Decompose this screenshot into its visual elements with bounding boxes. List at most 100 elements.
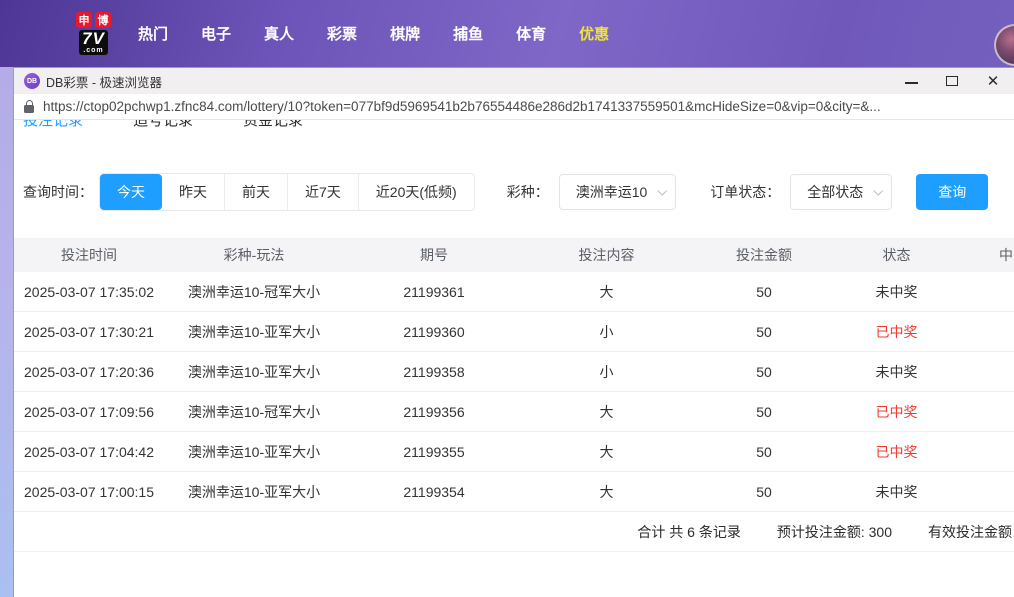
nav-item-chess[interactable]: 棋牌 (390, 23, 420, 44)
col-header-game: 彩种-玩法 (164, 245, 344, 265)
status-cell: 已中奖 (839, 402, 954, 422)
issue-cell: 21199361 (344, 284, 524, 300)
col-header-time: 投注时间 (14, 245, 164, 265)
chevron-down-icon (658, 186, 668, 196)
page-left-strip (0, 67, 13, 597)
content-cell: 大 (524, 442, 689, 462)
window-title: DB彩票 - 极速浏览器 (46, 72, 162, 91)
table-row: 2025-03-07 17:35:02 澳洲幸运10-冠军大小 21199361… (14, 272, 1014, 312)
amount-cell: 50 (689, 444, 839, 460)
logo-suffix: .com (82, 47, 105, 54)
time-cell: 2025-03-07 17:30:21 (14, 324, 164, 340)
tab-bet-records[interactable]: 投注记录 (23, 120, 83, 136)
time-cell: 2025-03-07 17:20:36 (14, 364, 164, 380)
logo-badge-left: 申 (76, 12, 92, 28)
main-nav: 热门 电子 真人 彩票 棋牌 捕鱼 体育 优惠 (138, 23, 609, 44)
close-icon: ✕ (987, 74, 1000, 89)
nav-item-lottery[interactable]: 彩票 (327, 23, 357, 44)
game-cell: 澳洲幸运10-亚军大小 (164, 362, 344, 382)
logo-badge-right: 博 (95, 12, 111, 28)
tab-chase-records[interactable]: 追号记录 (133, 120, 193, 136)
issue-cell: 21199360 (344, 324, 524, 340)
table-row: 2025-03-07 17:30:21 澳洲幸运10-亚军大小 21199360… (14, 312, 1014, 352)
col-header-content: 投注内容 (524, 245, 689, 265)
status-cell: 未中奖 (839, 282, 954, 302)
maximize-button[interactable] (945, 75, 959, 87)
time-cell: 2025-03-07 17:04:42 (14, 444, 164, 460)
search-button[interactable]: 查询 (916, 174, 988, 210)
time-filter-group: 今天 昨天 前天 近7天 近20天(低频) (99, 173, 475, 211)
minimize-button[interactable] (904, 75, 918, 87)
tab-fund-records[interactable]: 资金记录 (243, 120, 303, 136)
lottery-filter-label: 彩种： (507, 182, 549, 202)
table-row: 2025-03-07 17:20:36 澳洲幸运10-亚军大小 21199358… (14, 352, 1014, 392)
nav-item-slots[interactable]: 电子 (201, 23, 231, 44)
time-option-yesterday[interactable]: 昨天 (162, 174, 224, 210)
amount-cell: 50 (689, 324, 839, 340)
table-summary: 合计 共 6 条记录 预计投注金额: 300 有效投注金额 (14, 512, 1014, 552)
browser-window: DB DB彩票 - 极速浏览器 ✕ https://ctop02pchwp1.z… (13, 67, 1014, 597)
col-header-amount: 投注金额 (689, 245, 839, 265)
url-bar[interactable]: https://ctop02pchwp1.zfnc84.com/lottery/… (14, 94, 1014, 120)
status-select[interactable]: 全部状态 (790, 174, 892, 210)
time-option-7days[interactable]: 近7天 (287, 174, 358, 210)
col-header-status: 状态 (839, 245, 954, 265)
nav-item-fishing[interactable]: 捕鱼 (453, 23, 483, 44)
browser-titlebar[interactable]: DB DB彩票 - 极速浏览器 ✕ (14, 68, 1014, 94)
time-cell: 2025-03-07 17:09:56 (14, 404, 164, 420)
bet-table: 投注时间 彩种-玩法 期号 投注内容 投注金额 状态 中 2025-03-07 … (14, 238, 1014, 552)
game-cell: 澳洲幸运10-亚军大小 (164, 322, 344, 342)
content-cell: 小 (524, 322, 689, 342)
col-header-win: 中 (954, 245, 1014, 265)
nav-item-sports[interactable]: 体育 (516, 23, 546, 44)
col-header-issue: 期号 (344, 245, 524, 265)
table-row: 2025-03-07 17:00:15 澳洲幸运10-亚军大小 21199354… (14, 472, 1014, 512)
game-cell: 澳洲幸运10-冠军大小 (164, 402, 344, 422)
issue-cell: 21199354 (344, 484, 524, 500)
nav-item-live[interactable]: 真人 (264, 23, 294, 44)
screen: 申 博 7V .com 热门 电子 真人 彩票 棋牌 捕鱼 体育 优惠 DB D… (0, 0, 1014, 597)
maximize-icon (946, 76, 958, 86)
status-filter-label: 订单状态： (710, 182, 780, 202)
time-filter-label: 查询时间： (23, 182, 93, 202)
site-logo[interactable]: 申 博 7V .com (76, 12, 111, 55)
issue-cell: 21199355 (344, 444, 524, 460)
table-header-row: 投注时间 彩种-玩法 期号 投注内容 投注金额 状态 中 (14, 238, 1014, 272)
amount-cell: 50 (689, 484, 839, 500)
nav-item-hot[interactable]: 热门 (138, 23, 168, 44)
logo-badges: 申 博 (76, 12, 111, 28)
table-row: 2025-03-07 17:09:56 澳洲幸运10-冠军大小 21199356… (14, 392, 1014, 432)
close-button[interactable]: ✕ (986, 75, 1000, 87)
game-cell: 澳洲幸运10-亚军大小 (164, 442, 344, 462)
window-controls: ✕ (904, 75, 1004, 87)
status-cell: 已中奖 (839, 442, 954, 462)
user-avatar[interactable] (994, 24, 1014, 66)
amount-cell: 50 (689, 364, 839, 380)
logo-box: 7V .com (79, 30, 108, 55)
time-option-today[interactable]: 今天 (100, 174, 162, 210)
db-favicon-icon: DB (24, 73, 40, 89)
summary-total: 合计 共 6 条记录 (637, 522, 740, 542)
status-cell: 已中奖 (839, 322, 954, 342)
amount-cell: 50 (689, 404, 839, 420)
lottery-select[interactable]: 澳洲幸运10 (559, 174, 677, 210)
record-tabs: 投注记录 追号记录 资金记录 (14, 120, 1014, 136)
game-cell: 澳洲幸运10-冠军大小 (164, 282, 344, 302)
content-cell: 大 (524, 482, 689, 502)
minimize-icon (905, 82, 918, 84)
filter-bar: 查询时间： 今天 昨天 前天 近7天 近20天(低频) 彩种： 澳洲幸运10 订… (23, 173, 1014, 211)
content-cell: 小 (524, 362, 689, 382)
nav-item-promos[interactable]: 优惠 (579, 23, 609, 44)
time-cell: 2025-03-07 17:35:02 (14, 284, 164, 300)
time-option-day-before[interactable]: 前天 (224, 174, 287, 210)
summary-expected-amount: 预计投注金额: 300 (777, 522, 892, 542)
amount-cell: 50 (689, 284, 839, 300)
content-cell: 大 (524, 402, 689, 422)
time-option-20days[interactable]: 近20天(低频) (358, 174, 474, 210)
issue-cell: 21199356 (344, 404, 524, 420)
table-row: 2025-03-07 17:04:42 澳洲幸运10-亚军大小 21199355… (14, 432, 1014, 472)
site-header: 申 博 7V .com 热门 电子 真人 彩票 棋牌 捕鱼 体育 优惠 (0, 0, 1014, 67)
status-select-value: 全部状态 (807, 182, 863, 202)
url-text: https://ctop02pchwp1.zfnc84.com/lottery/… (43, 99, 881, 114)
lock-icon (24, 105, 34, 113)
